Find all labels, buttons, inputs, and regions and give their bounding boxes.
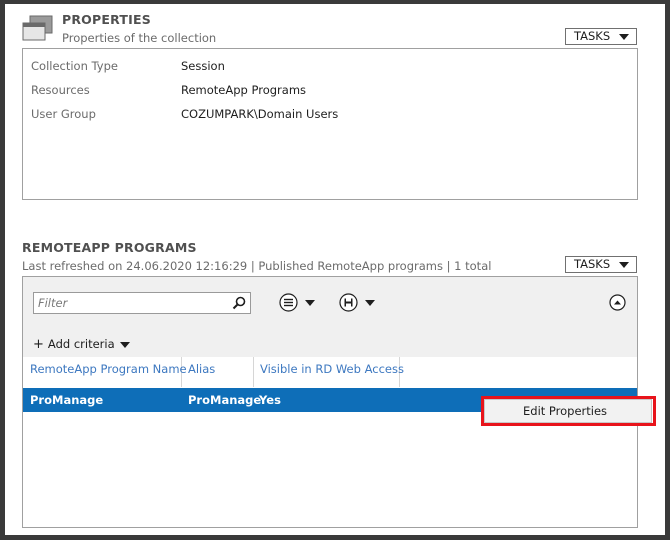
properties-window-icon <box>22 15 53 41</box>
property-label: User Group <box>31 107 96 121</box>
cell-visible: Yes <box>259 393 281 407</box>
window-frame-bottom <box>0 535 670 540</box>
properties-title: PROPERTIES <box>62 12 151 27</box>
properties-tasks-button[interactable]: TASKS <box>565 28 637 45</box>
window-frame-top <box>0 0 670 4</box>
window-frame-left <box>0 0 5 540</box>
remoteapp-subtitle: Last refreshed on 24.06.2020 12:16:29 | … <box>22 259 492 273</box>
search-icon[interactable] <box>232 296 246 310</box>
filter-toolbar: Filter + Add criteria <box>23 277 637 357</box>
tasks-label: TASKS <box>574 29 611 43</box>
plus-icon: + <box>33 337 44 352</box>
save-query-icon[interactable] <box>339 293 358 312</box>
chevron-down-icon <box>619 262 629 268</box>
annotation-highlight-box <box>481 396 656 426</box>
window-frame-right <box>665 0 670 540</box>
column-header-visible-web-access[interactable]: Visible in RD Web Access <box>254 357 404 387</box>
collapse-icon[interactable] <box>609 294 626 311</box>
cell-program-name: ProManage <box>30 393 104 407</box>
chevron-down-icon <box>619 34 629 40</box>
add-criteria-label: Add criteria <box>47 337 115 351</box>
properties-subtitle: Properties of the collection <box>62 31 217 45</box>
chevron-down-icon[interactable] <box>305 300 315 306</box>
filter-input[interactable]: Filter <box>33 292 251 314</box>
property-label: Collection Type <box>31 59 118 73</box>
property-value: Session <box>181 59 225 73</box>
chevron-down-icon <box>119 341 130 348</box>
property-label: Resources <box>31 83 90 97</box>
property-value: RemoteApp Programs <box>181 83 307 97</box>
remoteapp-tasks-button[interactable]: TASKS <box>565 256 637 273</box>
tasks-label: TASKS <box>574 257 611 271</box>
properties-panel: Collection Type Session Resources Remote… <box>22 48 638 200</box>
column-header-program-name[interactable]: RemoteApp Program Name <box>24 357 187 387</box>
remoteapp-title: REMOTEAPP PROGRAMS <box>22 240 197 255</box>
list-options-icon[interactable] <box>279 293 298 312</box>
add-criteria-button[interactable]: + Add criteria <box>33 337 130 352</box>
filter-placeholder: Filter <box>38 296 68 310</box>
column-header-alias[interactable]: Alias <box>182 357 254 387</box>
cell-alias: ProManage <box>188 393 262 407</box>
property-value: COZUMPARK\Domain Users <box>181 107 339 121</box>
chevron-down-icon[interactable] <box>365 300 375 306</box>
